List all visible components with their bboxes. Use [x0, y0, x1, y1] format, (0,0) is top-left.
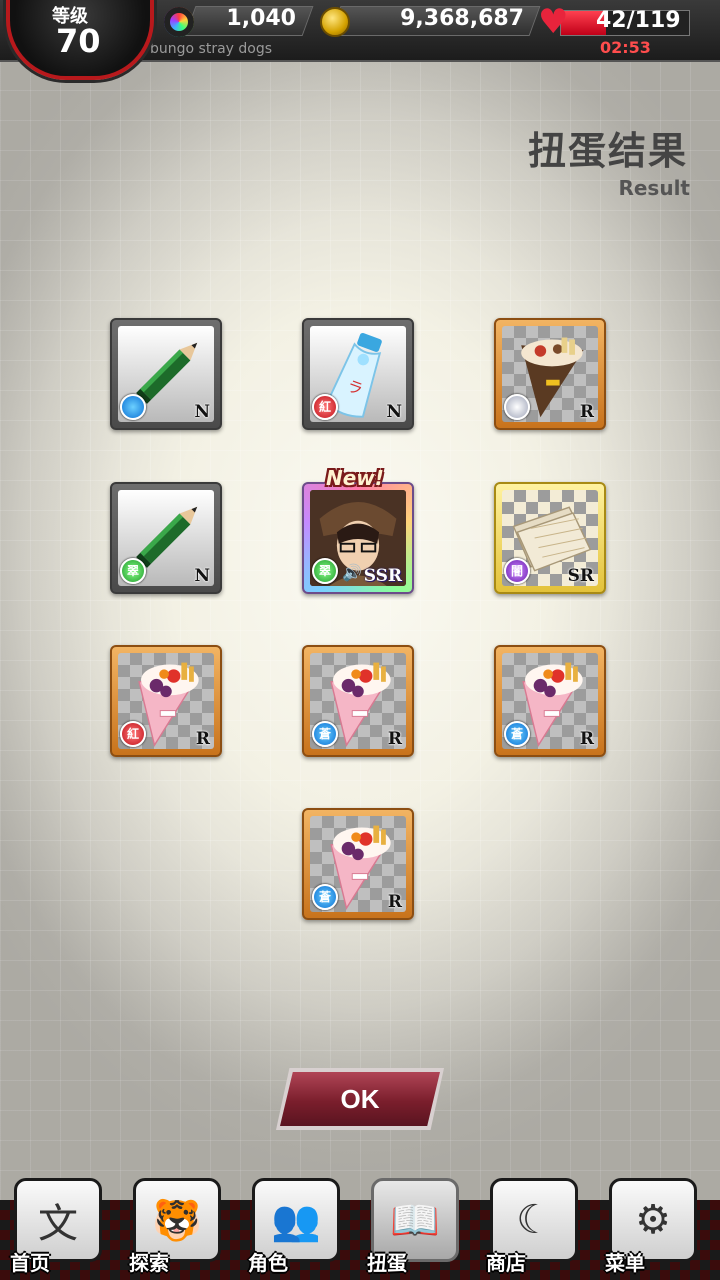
stamina-timer: 02:53 — [600, 38, 651, 57]
crystal-count: 1,040 — [226, 6, 296, 31]
crystal-icon — [164, 7, 194, 37]
bottom-nav: 文首页 🐯 探索 👥 角色 📖 扭蛋 ☾ 商店 ⚙ 菜单 — [0, 1170, 720, 1280]
page-subtitle: Result — [618, 176, 690, 200]
rarity-label: SSR — [363, 566, 402, 586]
item-frame: ラ紅N — [310, 326, 406, 422]
item-frame: 蒼R — [310, 653, 406, 749]
gacha-item-fruit-crepe[interactable]: 蒼R — [494, 645, 606, 757]
level-value: 70 — [56, 22, 101, 60]
attribute-green-icon: 翠 — [120, 558, 146, 584]
attribute-blue-icon: 蒼 — [312, 884, 338, 910]
voice-speaker-icon[interactable]: 🔊 — [342, 563, 362, 582]
game-subtitle: bungo stray dogs — [150, 41, 273, 57]
coin-icon — [320, 7, 350, 37]
item-frame: N — [118, 326, 214, 422]
nav-item-characters[interactable]: 👥 角色 — [242, 1178, 350, 1275]
gacha-item-fruit-crepe[interactable]: 蒼R — [302, 808, 414, 920]
nav-item-gear[interactable]: ⚙ 菜单 — [599, 1178, 707, 1275]
item-frame: 蒼R — [310, 816, 406, 912]
attribute-blue-icon: 蒼 — [504, 721, 530, 747]
nav-item-bungo-logo[interactable]: 文首页 — [4, 1178, 112, 1275]
gacha-item-green-pencil[interactable]: 翠N — [110, 482, 222, 594]
item-frame: R — [502, 326, 598, 422]
ok-button[interactable]: OK — [280, 1072, 440, 1126]
nav-label: 角色 — [248, 1251, 288, 1275]
nav-item-crescent-moon[interactable]: ☾ 商店 — [480, 1178, 588, 1275]
item-frame: 蒼R — [502, 653, 598, 749]
coin-count: 9,368,687 — [400, 6, 524, 31]
attribute-blue-icon — [120, 394, 146, 420]
rarity-label: N — [194, 402, 210, 422]
nav-item-tiger[interactable]: 🐯 探索 — [123, 1178, 231, 1275]
attribute-red-icon: 紅 — [312, 394, 338, 420]
gacha-item-manuscript-paper[interactable]: 闇 SR — [494, 482, 606, 594]
rarity-label: SR — [567, 566, 594, 586]
item-frame: 翠 🔊 SSR — [310, 490, 406, 586]
gacha-item-green-pencil[interactable]: N — [110, 318, 222, 430]
gacha-item-fruit-crepe[interactable]: 蒼R — [302, 645, 414, 757]
item-frame: 闇 SR — [502, 490, 598, 586]
nav-label: 菜单 — [605, 1251, 645, 1275]
gacha-item-ramune-bottle[interactable]: ラ紅N — [302, 318, 414, 430]
attribute-green-icon: 翠 — [312, 558, 338, 584]
gacha-item-chocolate-crepe[interactable]: R — [494, 318, 606, 430]
gacha-item-fruit-crepe[interactable]: 紅R — [110, 645, 222, 757]
nav-label: 探索 — [129, 1251, 169, 1275]
nav-item-book[interactable]: 📖 扭蛋 — [361, 1178, 469, 1275]
attribute-purple-icon: 闇 — [504, 558, 530, 584]
rarity-label: R — [387, 729, 402, 749]
attribute-red-icon: 紅 — [120, 721, 146, 747]
heart-icon: ♥ — [538, 2, 569, 42]
stamina-text: 42/119 — [596, 8, 681, 33]
item-frame: 翠N — [118, 490, 214, 586]
rarity-label: R — [579, 402, 594, 422]
attribute-silver-icon — [504, 394, 530, 420]
rarity-label: N — [194, 566, 210, 586]
page-title: 扭蛋结果 — [527, 129, 688, 173]
rarity-label: R — [387, 892, 402, 912]
new-badge: New! — [326, 466, 384, 490]
rarity-label: N — [386, 402, 402, 422]
attribute-blue-icon: 蒼 — [312, 721, 338, 747]
nav-label: 首页 — [10, 1251, 50, 1275]
nav-label: 扭蛋 — [367, 1251, 407, 1275]
gacha-item-character-card[interactable]: 翠 🔊 SSR — [302, 482, 414, 594]
rarity-label: R — [579, 729, 594, 749]
rarity-label: R — [195, 729, 210, 749]
nav-label: 商店 — [486, 1251, 526, 1275]
item-frame: 紅R — [118, 653, 214, 749]
